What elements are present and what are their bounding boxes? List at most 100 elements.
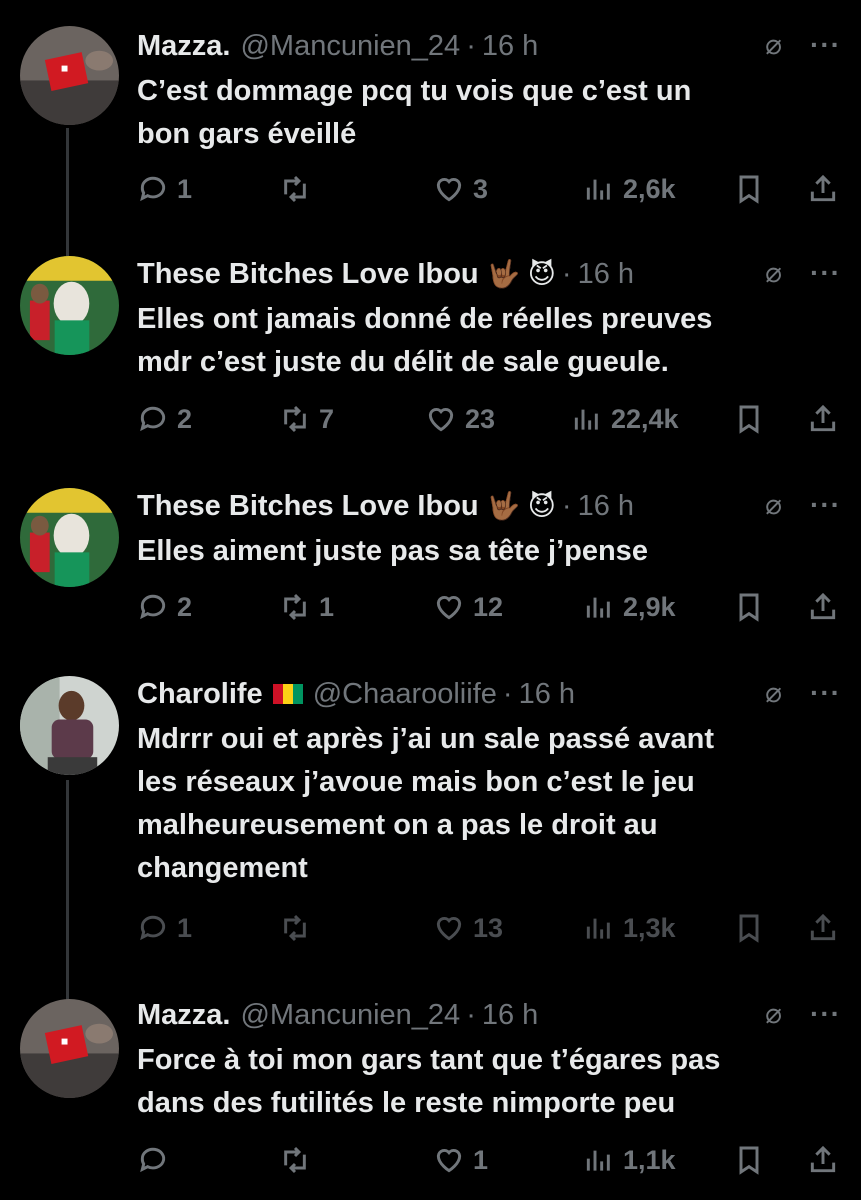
reply-button[interactable] (137, 1140, 177, 1180)
retweet-button[interactable] (279, 169, 319, 209)
avatar[interactable] (20, 26, 119, 125)
reply-count: 1 (177, 912, 193, 943)
reply-button[interactable]: 1 (137, 908, 192, 948)
more-icon[interactable]: ··· (810, 29, 841, 61)
views-count: 22,4k (611, 403, 679, 434)
separator-dot: · (502, 677, 513, 710)
share-button[interactable] (807, 908, 839, 948)
action-bar: 1 3 2,6k (137, 169, 841, 209)
like-button[interactable]: 23 (425, 399, 495, 439)
views-button[interactable]: 1,1k (583, 1140, 676, 1180)
share-icon (810, 174, 836, 202)
views-button[interactable]: 2,6k (583, 169, 676, 209)
reply-icon (140, 915, 166, 941)
tweet-text-line: dans des futilités le reste nimporte peu (137, 1087, 676, 1119)
more-icon[interactable]: ··· (810, 998, 841, 1030)
share-icon (810, 592, 836, 620)
bookmark-icon (739, 1146, 759, 1175)
display-name[interactable]: Mazza. (137, 999, 230, 1032)
tweet-text-line: mdr c’est juste du délit de sale gueule. (137, 346, 669, 378)
more-icon[interactable]: ··· (810, 489, 841, 521)
grok-icon[interactable]: ⌀ (765, 997, 782, 1030)
action-bar: 2 7 23 22,4k (137, 399, 841, 439)
tweet-text: Elles ont jamais donné de réelles preuve… (137, 298, 831, 384)
views-button[interactable]: 1,3k (583, 908, 676, 948)
tweet[interactable]: Mazza. @Mancunien_24 · 16 h ⌀ ··· Force … (0, 995, 861, 1195)
retweet-icon (284, 593, 306, 621)
bookmark-button[interactable] (733, 908, 765, 948)
avatar[interactable] (20, 256, 119, 355)
avatar[interactable] (20, 488, 119, 587)
display-name[interactable]: These Bitches Love Ibou (137, 490, 479, 523)
views-count: 1,1k (623, 1144, 676, 1175)
display-name[interactable]: Charolife (137, 678, 263, 711)
tweet-text-line: malheureusement on a pas le droit au (137, 809, 658, 841)
more-icon[interactable]: ··· (810, 257, 841, 289)
action-bar: 1 1,1k (137, 1140, 841, 1180)
tweet[interactable]: Mazza. @Mancunien_24 · 16 h ⌀ ··· C’est … (0, 26, 861, 226)
like-count: 23 (465, 403, 496, 434)
share-button[interactable] (807, 1140, 839, 1180)
like-count: 12 (473, 591, 504, 622)
display-name[interactable]: These Bitches Love Ibou (137, 258, 479, 291)
bookmark-button[interactable] (733, 169, 765, 209)
grok-icon[interactable]: ⌀ (765, 488, 782, 521)
tweet-text-line: Elles ont jamais donné de réelles preuve… (137, 303, 713, 335)
like-button[interactable]: 3 (433, 169, 488, 209)
views-icon (586, 179, 610, 200)
avatar[interactable] (20, 999, 119, 1098)
separator-dot: · (466, 998, 476, 1031)
heart-icon (436, 1148, 462, 1173)
grok-icon[interactable]: ⌀ (765, 28, 782, 61)
timestamp[interactable]: 16 h (482, 30, 538, 63)
tweet-text: Elles aiment juste pas sa tête j’pense (137, 530, 831, 573)
timestamp[interactable]: 16 h (482, 999, 538, 1032)
user-handle[interactable]: @Mancunien_24 (240, 30, 460, 63)
bookmark-button[interactable] (733, 399, 765, 439)
bookmark-button[interactable] (733, 1140, 765, 1180)
tweet[interactable]: These Bitches Love Ibou 🤟🏾 😈 · 16 h ⌀ ··… (0, 486, 861, 646)
tweet-text: Force à toi mon gars tant que t’égares p… (137, 1039, 831, 1125)
tweet-header: These Bitches Love Ibou 🤟🏾 😈 · 16 h ⌀ ··… (137, 254, 841, 294)
heart-icon (436, 177, 462, 202)
timestamp[interactable]: 16 h (519, 678, 575, 711)
share-button[interactable] (807, 587, 839, 627)
retweet-icon (284, 175, 306, 203)
reply-button[interactable]: 2 (137, 587, 192, 627)
avatar[interactable] (20, 676, 119, 775)
reply-button[interactable]: 2 (137, 399, 192, 439)
like-count: 1 (473, 1144, 489, 1175)
tweet-text: Mdrrr oui et après j’ai un sale passé av… (137, 718, 831, 890)
tweet-header: Mazza. @Mancunien_24 · 16 h ⌀ ··· (137, 995, 841, 1035)
grok-icon[interactable]: ⌀ (765, 256, 782, 289)
share-button[interactable] (807, 399, 839, 439)
retweet-button[interactable] (279, 908, 319, 948)
views-button[interactable]: 2,9k (583, 587, 676, 627)
retweet-button[interactable] (279, 1140, 319, 1180)
tweet[interactable]: These Bitches Love Ibou 🤟🏾 😈 · 16 h ⌀ ··… (0, 254, 861, 454)
retweet-button[interactable]: 1 (279, 587, 334, 627)
separator-dot: · (561, 257, 572, 290)
timestamp[interactable]: 16 h (578, 258, 634, 291)
views-icon (574, 409, 598, 430)
like-count: 13 (473, 912, 504, 943)
reply-icon (140, 594, 166, 620)
tweet-text-line: Mdrrr oui et après j’ai un sale passé av… (137, 723, 714, 755)
user-handle[interactable]: @Mancunien_24 (240, 999, 460, 1032)
timestamp[interactable]: 16 h (578, 490, 634, 523)
share-button[interactable] (807, 169, 839, 209)
bookmark-button[interactable] (733, 587, 765, 627)
more-icon[interactable]: ··· (810, 677, 841, 709)
separator-dot: · (466, 29, 476, 62)
user-handle[interactable]: @Chaarooliife (313, 678, 497, 711)
like-button[interactable]: 1 (433, 1140, 488, 1180)
views-button[interactable]: 22,4k (571, 399, 679, 439)
tweet[interactable]: Charolife @Chaarooliife · 16 h ⌀ ··· Mdr… (0, 674, 861, 954)
like-button[interactable]: 13 (433, 908, 503, 948)
retweet-button[interactable]: 7 (279, 399, 334, 439)
reply-button[interactable]: 1 (137, 169, 192, 209)
like-button[interactable]: 12 (433, 587, 503, 627)
retweet-icon (284, 1146, 306, 1174)
display-name[interactable]: Mazza. (137, 30, 230, 63)
grok-icon[interactable]: ⌀ (765, 676, 782, 709)
